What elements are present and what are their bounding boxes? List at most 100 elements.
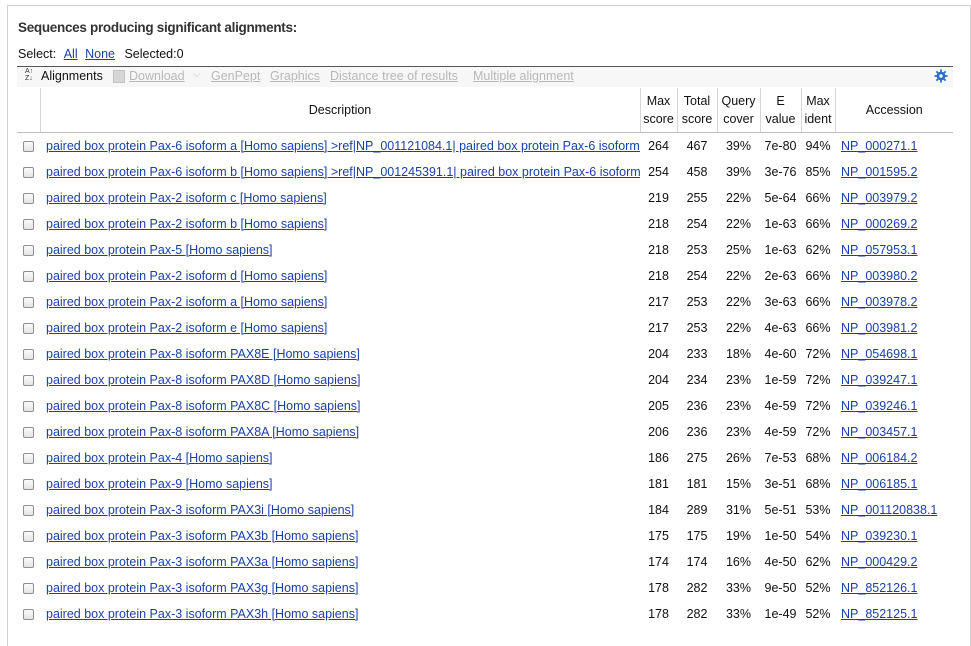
max-score-cell: 217 bbox=[648, 295, 669, 309]
row-checkbox[interactable] bbox=[23, 401, 34, 413]
description-cell: paired box protein Pax-6 isoform a [Homo… bbox=[40, 133, 640, 160]
description-link[interactable]: paired box protein Pax-2 isoform e [Homo… bbox=[40, 321, 327, 335]
row-checkbox[interactable] bbox=[23, 219, 34, 231]
row-checkbox-cell bbox=[17, 237, 40, 263]
accession-link[interactable]: NP_039246.1 bbox=[835, 399, 917, 413]
description-link[interactable]: paired box protein Pax-3 isoform PAX3i [… bbox=[40, 503, 354, 517]
accession-link[interactable]: NP_003979.2 bbox=[835, 191, 917, 205]
accession-cell: NP_006184.2 bbox=[835, 445, 953, 471]
description-link[interactable]: paired box protein Pax-8 isoform PAX8A [… bbox=[40, 425, 359, 439]
e-value-cell: 4e-63 bbox=[764, 321, 797, 335]
max-ident-cell: 72% bbox=[805, 425, 831, 439]
description-link[interactable]: paired box protein Pax-3 isoform PAX3a [… bbox=[40, 555, 358, 569]
accession-link[interactable]: NP_852126.1 bbox=[835, 581, 917, 595]
row-checkbox[interactable] bbox=[23, 375, 34, 387]
accession-link[interactable]: NP_006184.2 bbox=[835, 451, 917, 465]
accession-link[interactable]: NP_001120838.1 bbox=[835, 503, 937, 517]
accession-link[interactable]: NP_057953.1 bbox=[835, 243, 917, 257]
distance-tree-link[interactable]: Distance tree of results bbox=[330, 69, 458, 83]
row-checkbox[interactable] bbox=[23, 297, 34, 309]
select-none-link[interactable]: None bbox=[85, 47, 115, 61]
row-checkbox[interactable] bbox=[23, 245, 34, 257]
table-row: paired box protein Pax-3 isoform PAX3h [… bbox=[17, 601, 953, 627]
description-link[interactable]: paired box protein Pax-3 isoform PAX3b [… bbox=[40, 529, 358, 543]
query-cover-cell: 33% bbox=[725, 607, 752, 621]
description-link[interactable]: paired box protein Pax-8 isoform PAX8D [… bbox=[40, 373, 361, 387]
max-ident-cell: 68% bbox=[805, 451, 831, 465]
graphics-link[interactable]: Graphics bbox=[270, 69, 320, 83]
accession-link[interactable]: NP_054698.1 bbox=[835, 347, 917, 361]
total-score-cell: 174 bbox=[686, 555, 708, 569]
header-max-ident[interactable]: Max ident bbox=[800, 88, 835, 133]
row-checkbox[interactable] bbox=[23, 323, 34, 335]
row-checkbox[interactable] bbox=[23, 505, 34, 517]
row-checkbox[interactable] bbox=[23, 557, 34, 569]
description-link[interactable]: paired box protein Pax-3 isoform PAX3g [… bbox=[40, 581, 358, 595]
row-checkbox[interactable] bbox=[23, 141, 34, 153]
accession-link[interactable]: NP_000269.2 bbox=[835, 217, 917, 231]
row-checkbox[interactable] bbox=[23, 583, 34, 595]
row-checkbox[interactable] bbox=[23, 479, 34, 491]
description-link[interactable]: paired box protein Pax-2 isoform c [Homo… bbox=[40, 191, 327, 205]
accession-link[interactable]: NP_039230.1 bbox=[835, 529, 917, 543]
alignments-button[interactable]: Alignments bbox=[41, 69, 103, 83]
genpept-link[interactable]: GenPept bbox=[211, 69, 260, 83]
row-checkbox[interactable] bbox=[23, 531, 34, 543]
accession-link[interactable]: NP_039247.1 bbox=[835, 373, 917, 387]
description-link[interactable]: paired box protein Pax-4 [Homo sapiens] bbox=[40, 451, 273, 465]
accession-cell: NP_003980.2 bbox=[835, 263, 953, 289]
accession-link[interactable]: NP_006185.1 bbox=[835, 477, 917, 491]
total-score-cell: 282 bbox=[686, 607, 708, 621]
row-checkbox[interactable] bbox=[23, 453, 34, 465]
accession-link[interactable]: NP_000429.2 bbox=[835, 555, 917, 569]
header-e-value[interactable]: Evalue bbox=[759, 88, 801, 133]
description-link[interactable]: paired box protein Pax-8 isoform PAX8C [… bbox=[40, 399, 361, 413]
row-checkbox[interactable] bbox=[23, 167, 34, 179]
max-score-cell: 218 bbox=[648, 243, 669, 257]
description-link[interactable]: paired box protein Pax-6 isoform a [Homo… bbox=[40, 139, 640, 153]
gear-icon[interactable] bbox=[934, 69, 948, 83]
description-link[interactable]: paired box protein Pax-2 isoform d [Homo… bbox=[40, 269, 327, 283]
max-score-cell: 264 bbox=[648, 139, 669, 153]
header-max-score[interactable]: Max score bbox=[639, 88, 677, 133]
download-button[interactable]: Download bbox=[129, 69, 185, 83]
multiple-alignment-link[interactable]: Multiple alignment bbox=[473, 69, 574, 83]
total-score-cell: 253 bbox=[686, 295, 708, 309]
table-row: paired box protein Pax-8 isoform PAX8C [… bbox=[17, 393, 953, 419]
header-query-cover[interactable]: Query cover bbox=[716, 88, 760, 133]
max-score-cell: 174 bbox=[648, 555, 669, 569]
table-row: paired box protein Pax-8 isoform PAX8D [… bbox=[17, 367, 953, 393]
header-accession[interactable]: Accession bbox=[834, 88, 953, 133]
description-link[interactable]: paired box protein Pax-3 isoform PAX3h [… bbox=[40, 607, 358, 621]
accession-link[interactable]: NP_003981.2 bbox=[835, 321, 917, 335]
accession-link[interactable]: NP_003457.1 bbox=[835, 425, 917, 439]
description-link[interactable]: paired box protein Pax-2 isoform a [Homo… bbox=[40, 295, 327, 309]
description-link[interactable]: paired box protein Pax-9 [Homo sapiens] bbox=[40, 477, 273, 491]
accession-link[interactable]: NP_001595.2 bbox=[835, 165, 917, 179]
row-checkbox[interactable] bbox=[23, 271, 34, 283]
row-checkbox[interactable] bbox=[23, 427, 34, 439]
description-cell: paired box protein Pax-3 isoform PAX3h [… bbox=[40, 601, 640, 627]
accession-link[interactable]: NP_852125.1 bbox=[835, 607, 917, 621]
header-description[interactable]: Description bbox=[39, 88, 640, 133]
select-all-link[interactable]: All bbox=[64, 47, 78, 61]
chevron-down-icon[interactable]: ⌵ bbox=[193, 69, 201, 80]
description-link[interactable]: paired box protein Pax-2 isoform b [Homo… bbox=[40, 217, 327, 231]
row-checkbox[interactable] bbox=[23, 349, 34, 361]
row-checkbox[interactable] bbox=[23, 609, 34, 621]
query-cover-cell: 22% bbox=[725, 321, 752, 335]
row-checkbox[interactable] bbox=[23, 193, 34, 205]
query-cover-cell: 18% bbox=[725, 347, 752, 361]
header-total-score[interactable]: Total score bbox=[676, 88, 717, 133]
max-score-cell: 254 bbox=[648, 165, 669, 179]
description-link[interactable]: paired box protein Pax-6 isoform b [Homo… bbox=[40, 165, 640, 179]
e-value-cell: 4e-60 bbox=[764, 347, 797, 361]
description-link[interactable]: paired box protein Pax-5 [Homo sapiens] bbox=[40, 243, 273, 257]
accession-link[interactable]: NP_003980.2 bbox=[835, 269, 917, 283]
table-row: paired box protein Pax-6 isoform b [Homo… bbox=[17, 159, 953, 185]
accession-link[interactable]: NP_000271.1 bbox=[835, 139, 917, 153]
description-link[interactable]: paired box protein Pax-8 isoform PAX8E [… bbox=[40, 347, 360, 361]
accession-link[interactable]: NP_003978.2 bbox=[835, 295, 917, 309]
total-score-cell: 254 bbox=[686, 217, 708, 231]
page-title: Sequences producing significant alignmen… bbox=[18, 20, 297, 35]
